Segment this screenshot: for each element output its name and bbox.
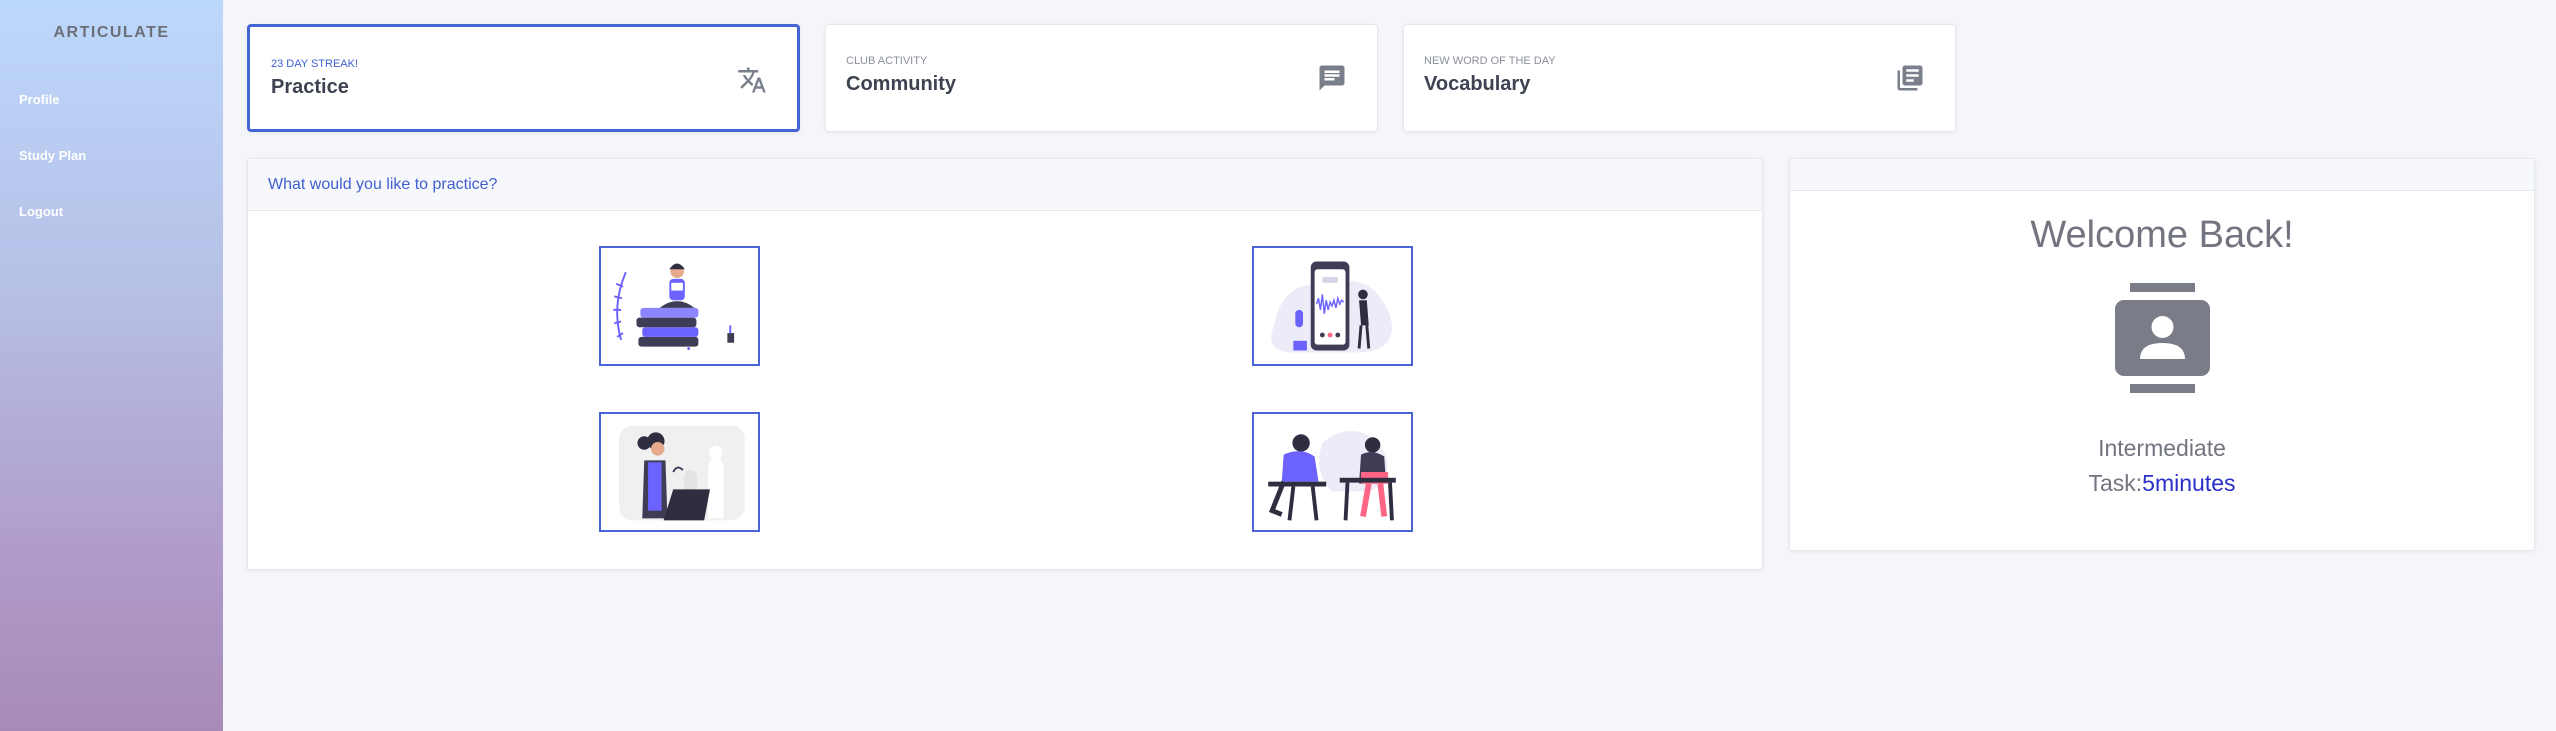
listening-phone-illustration bbox=[1271, 261, 1392, 353]
community-card[interactable]: CLUB ACTIVITY Community bbox=[825, 24, 1378, 132]
task-value: 5minutes bbox=[2142, 470, 2236, 496]
sidebar-item-profile[interactable]: Profile bbox=[19, 92, 59, 107]
app-brand: ARTICULATE bbox=[53, 24, 170, 41]
contact-card-icon bbox=[2115, 283, 2210, 393]
word-of-day-label: NEW WORD OF THE DAY bbox=[1424, 55, 1556, 67]
sidebar-item-study-plan[interactable]: Study Plan bbox=[19, 148, 86, 163]
library-books-icon bbox=[1897, 65, 1923, 91]
practice-tile-speaking[interactable] bbox=[599, 412, 760, 532]
task-row: Task:5minutes bbox=[1790, 470, 2534, 497]
task-label: Task: bbox=[2088, 470, 2143, 496]
vocabulary-card-title: Vocabulary bbox=[1424, 73, 1531, 95]
chat-icon bbox=[1319, 65, 1345, 91]
speaking-podium-illustration bbox=[619, 425, 745, 521]
translate-icon bbox=[738, 67, 766, 93]
practice-tile-writing[interactable] bbox=[1252, 412, 1413, 532]
sidebar: ARTICULATE Profile Study Plan Logout bbox=[0, 0, 223, 731]
practice-tile-listening[interactable] bbox=[1252, 246, 1413, 366]
practice-card[interactable]: 23 DAY STREAK! Practice bbox=[247, 24, 800, 132]
reading-illustration bbox=[613, 263, 735, 350]
writing-desk-illustration bbox=[1268, 430, 1396, 521]
practice-card-title: Practice bbox=[271, 76, 349, 98]
welcome-title: Welcome Back! bbox=[2030, 214, 2294, 256]
practice-panel: What would you like to practice? bbox=[247, 158, 1763, 570]
practice-tile-reading[interactable] bbox=[599, 246, 760, 366]
welcome-panel: Welcome Back! Intermediate Task:5minutes bbox=[1789, 158, 2535, 551]
practice-question: What would you like to practice? bbox=[268, 175, 498, 193]
sidebar-item-logout[interactable]: Logout bbox=[19, 204, 63, 219]
club-activity-label: CLUB ACTIVITY bbox=[846, 55, 928, 67]
vocabulary-card[interactable]: NEW WORD OF THE DAY Vocabulary bbox=[1403, 24, 1956, 132]
streak-label: 23 DAY STREAK! bbox=[271, 58, 359, 70]
level-label: Intermediate bbox=[2098, 435, 2226, 461]
community-card-title: Community bbox=[846, 73, 956, 95]
practice-panel-header: What would you like to practice? bbox=[248, 159, 1762, 211]
welcome-panel-header bbox=[1790, 159, 2534, 191]
